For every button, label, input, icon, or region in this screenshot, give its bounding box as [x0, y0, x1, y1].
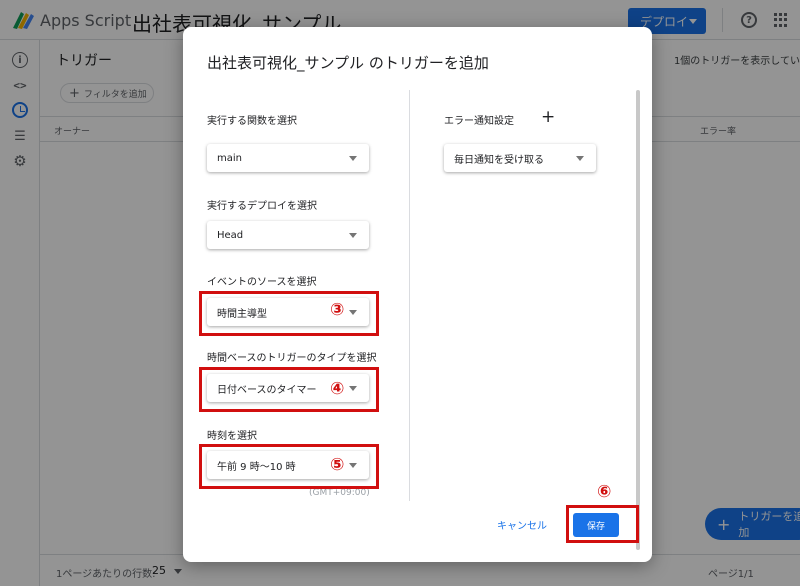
deploy-label: 実行するデプロイを選択 — [207, 201, 317, 212]
timezone-note: (GMT+09:00) — [309, 488, 370, 498]
dialog-scrollbar[interactable] — [636, 90, 640, 550]
chevron-down-icon — [349, 233, 357, 238]
cancel-button[interactable]: キャンセル — [497, 517, 547, 532]
annotation-box-step4 — [199, 367, 379, 412]
annotation-step6: ⑥ — [597, 482, 612, 502]
annotation-step4: ④ — [330, 379, 345, 399]
annotation-box-step3 — [199, 291, 379, 336]
deploy-select[interactable]: Head — [207, 221, 369, 249]
dialog-column-divider — [409, 90, 410, 501]
time-label: 時刻を選択 — [207, 431, 257, 442]
error-notify-select[interactable]: 毎日通知を受け取る — [444, 144, 596, 172]
trigger-type-label: 時間ベースのトリガーのタイプを選択 — [207, 353, 377, 364]
annotation-box-step5 — [199, 444, 379, 489]
event-source-label: イベントのソースを選択 — [207, 277, 317, 288]
chevron-down-icon — [349, 156, 357, 161]
plus-icon[interactable]: + — [541, 109, 555, 126]
annotation-box-step6 — [566, 505, 639, 543]
function-select-value: main — [217, 152, 242, 164]
function-label: 実行する関数を選択 — [207, 116, 297, 127]
deploy-select-value: Head — [217, 229, 244, 241]
annotation-step3: ③ — [330, 300, 345, 320]
error-notify-select-value: 毎日通知を受け取る — [454, 154, 544, 166]
annotation-step5: ⑤ — [330, 455, 345, 475]
function-select[interactable]: main — [207, 144, 369, 172]
chevron-down-icon — [576, 156, 584, 161]
dialog-title: 出社表可視化_サンプル のトリガーを追加 — [207, 54, 489, 72]
error-notify-label: エラー通知設定 — [444, 116, 514, 127]
